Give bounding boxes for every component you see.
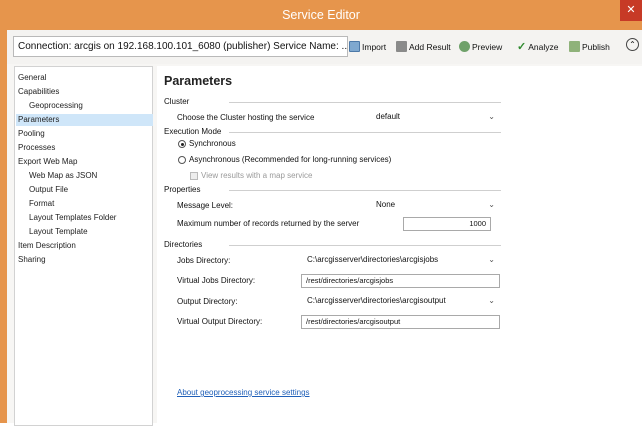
import-button[interactable]: Import [349,40,386,54]
cluster-label: Choose the Cluster hosting the service [177,113,315,122]
jobs-directory-select[interactable]: C:\arcgisserver\directories\arcgisjobs ⌄ [303,254,500,266]
toolbar: Connection: arcgis on 192.168.100.101_60… [7,30,642,64]
chevron-down-icon: ⌄ [488,112,495,121]
section-divider [229,132,501,133]
nav-item-geoprocessing[interactable]: Geoprocessing [29,100,83,112]
message-level-value: None [376,200,396,209]
nav-item-processes[interactable]: Processes [18,142,55,154]
preview-label: Preview [472,42,503,52]
virtual-output-directory-input[interactable]: /rest/directories/arcgisoutput [301,315,500,329]
nav-item-pooling[interactable]: Pooling [18,128,45,140]
publish-icon [569,41,580,52]
about-settings-link[interactable]: About geoprocessing service settings [177,388,310,397]
asynchronous-radio[interactable] [178,156,186,164]
nav-item-layout-templates-folder[interactable]: Layout Templates Folder [29,212,116,224]
synchronous-radio[interactable] [178,140,186,148]
cluster-value: default [376,112,401,121]
nav-item-general[interactable]: General [18,72,46,84]
view-results-label: View results with a map service [201,171,313,180]
preview-icon [459,41,470,52]
radio-dot [180,142,184,146]
parameters-panel: Parameters Cluster Choose the Cluster ho… [157,66,642,426]
chevron-down-icon: ⌄ [488,296,495,305]
section-cluster: Cluster [164,97,190,106]
nav-item-item-description[interactable]: Item Description [18,240,76,252]
import-label: Import [362,42,387,52]
add-result-label: Add Result [409,42,451,52]
close-icon: ✕ [626,4,636,16]
analyze-check-icon: ✓ [517,41,527,53]
analyze-label: Analyze [528,42,559,52]
nav-item-format[interactable]: Format [29,198,54,210]
section-execution-mode: Execution Mode [164,127,222,136]
virtual-output-directory-label: Virtual Output Directory: [177,317,263,326]
cluster-select[interactable]: default ⌄ [372,111,500,123]
asynchronous-label: Asynchronous (Recommended for long-runni… [189,155,392,164]
publish-button[interactable]: Publish [569,40,610,54]
section-divider [229,245,501,246]
title-bar: Service Editor ✕ [0,0,642,30]
chevron-down-icon: ⌄ [488,255,495,264]
output-directory-select[interactable]: C:\arcgisserver\directories\arcgisoutput… [303,295,500,307]
nav-item-export-web-map[interactable]: Export Web Map [18,156,77,168]
section-divider [229,102,501,103]
virtual-jobs-directory-input[interactable]: /rest/directories/arcgisjobs [301,274,500,288]
max-records-input[interactable]: 1000 [403,217,491,231]
nav-item-layout-template[interactable]: Layout Template [29,226,88,238]
settings-nav: General Capabilities Geoprocessing Param… [14,66,153,426]
nav-item-sharing[interactable]: Sharing [18,254,46,266]
section-divider [229,190,501,191]
message-level-select[interactable]: None ⌄ [372,199,500,211]
page-title: Parameters [164,74,233,88]
publish-label: Publish [582,42,610,52]
window-title: Service Editor [282,8,360,22]
view-results-checkbox[interactable] [190,172,198,180]
add-result-button[interactable]: Add Result [396,40,451,54]
nav-item-web-map-as-json[interactable]: Web Map as JSON [29,170,97,182]
section-directories: Directories [164,240,203,249]
editor-content: General Capabilities Geoprocessing Param… [7,64,642,426]
message-level-label: Message Level: [177,201,234,210]
analyze-button[interactable]: ✓ Analyze [517,40,558,54]
jobs-directory-label: Jobs Directory: [177,256,231,265]
close-button[interactable]: ✕ [620,0,642,21]
virtual-jobs-directory-label: Virtual Jobs Directory: [177,276,256,285]
import-icon [349,41,360,52]
max-records-label: Maximum number of records returned by th… [177,219,360,228]
service-editor-window: Service Editor ✕ Connection: arcgis on 1… [0,0,642,426]
add-result-icon [396,41,407,52]
collapse-button[interactable]: ⌃ [626,38,639,51]
output-directory-value: C:\arcgisserver\directories\arcgisoutput [307,296,446,305]
nav-item-output-file[interactable]: Output File [29,184,68,196]
collapse-chevron-icon: ⌃ [629,40,636,49]
nav-item-parameters[interactable]: Parameters [16,114,153,126]
chevron-down-icon: ⌄ [488,200,495,209]
nav-item-capabilities[interactable]: Capabilities [18,86,59,98]
connection-service-field[interactable]: Connection: arcgis on 192.168.100.101_60… [13,36,348,57]
preview-button[interactable]: Preview [459,40,502,54]
synchronous-label: Synchronous [189,139,236,148]
section-properties: Properties [164,185,201,194]
output-directory-label: Output Directory: [177,297,238,306]
jobs-directory-value: C:\arcgisserver\directories\arcgisjobs [307,255,439,264]
